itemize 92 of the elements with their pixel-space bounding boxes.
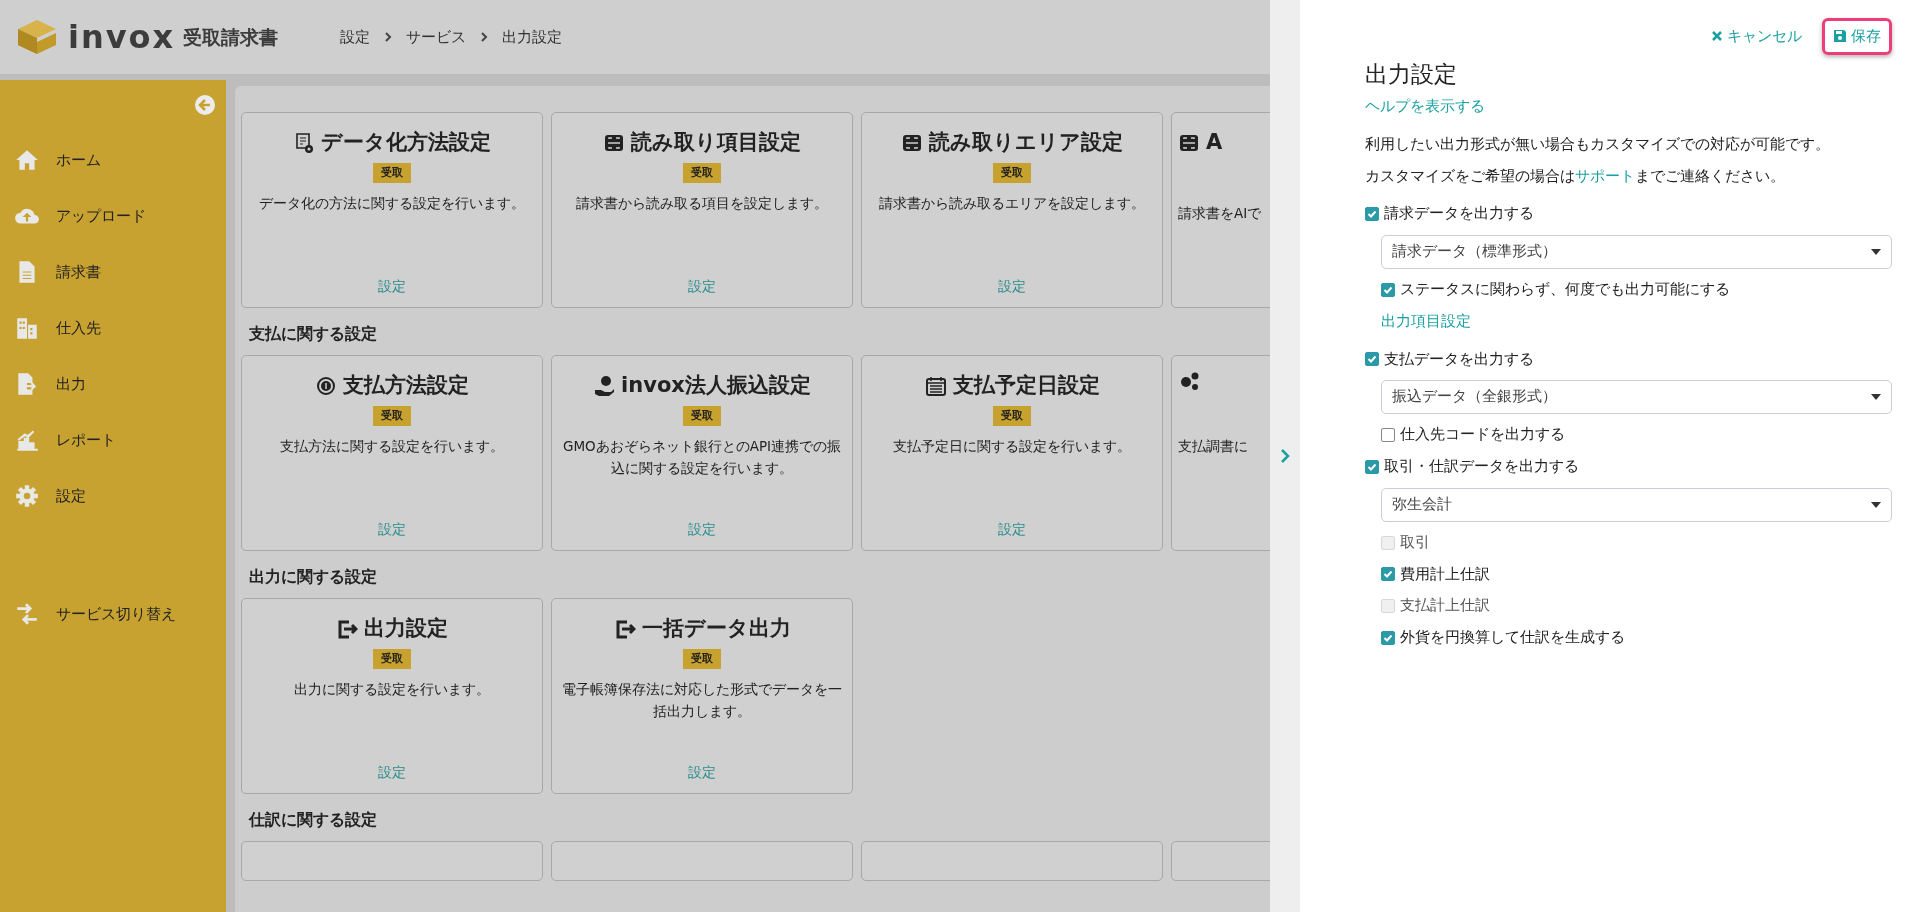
card-title: 支払方法設定 [343, 372, 469, 399]
checkmark-icon [1383, 632, 1393, 643]
logo-wordmark: invox [68, 17, 176, 58]
category-tag: 受取 [993, 405, 1031, 426]
checkmark-icon [1383, 284, 1393, 295]
output-fields-link[interactable]: 出力項目設定 [1381, 310, 1471, 333]
checkbox[interactable] [1381, 428, 1395, 443]
sidebar-item[interactable]: アップロード [0, 188, 226, 244]
support-link[interactable]: サポート [1575, 167, 1635, 184]
calendar-icon [924, 374, 947, 397]
checkbox[interactable] [1381, 630, 1395, 645]
card-description: 請求書から読み取る項目を設定します。 [576, 194, 828, 213]
card-description: 支払方法に関する設定を行います。 [280, 437, 504, 456]
card-title: 出力設定 [364, 615, 448, 642]
cancel-button[interactable]: キャンセル [1703, 21, 1810, 52]
breadcrumb-link[interactable]: サービス [406, 25, 467, 49]
sidebar-item[interactable]: 請求書 [0, 244, 226, 300]
sidebar-item[interactable]: レポート [0, 412, 226, 468]
breadcrumb-link[interactable]: 設定 [340, 25, 371, 49]
checkbox[interactable] [1365, 459, 1379, 474]
category-tag: 受取 [373, 162, 411, 183]
card-description: 請求書をAIで [1178, 203, 1262, 223]
save-button[interactable]: 保存 [1822, 18, 1892, 55]
section-heading: 仕訳に関する設定 [247, 809, 378, 831]
checkbox-label: 支払計上仕訳 [1400, 596, 1490, 616]
panel-title: 出力設定 [1365, 60, 1458, 89]
card-title: データ化方法設定 [321, 129, 491, 156]
card-title: 読み取り項目設定 [631, 129, 801, 156]
swap-arrows-icon [14, 601, 40, 627]
sidebar-item[interactable]: 出力 [0, 356, 226, 412]
card-description: 電子帳簿保存法に対応した形式でデータを一括出力します。 [562, 680, 842, 721]
dropdown-select[interactable]: 請求データ（標準形式） [1381, 235, 1892, 270]
card-title: 一括データ出力 [641, 615, 791, 642]
caret-down-icon [1871, 249, 1881, 256]
checkbox[interactable] [1365, 352, 1379, 367]
category-tag: 受取 [683, 648, 721, 669]
checkbox-label: ステータスに関わらず、何度でも出力可能にする [1400, 280, 1730, 300]
card-description: 支払予定日に関する設定を行います。 [893, 437, 1131, 456]
close-icon [1711, 30, 1723, 43]
chevron-right-icon [480, 31, 489, 43]
help-link[interactable]: ヘルプを表示する [1365, 96, 1485, 118]
sidebar-item[interactable]: 設定 [0, 468, 226, 524]
caret-down-icon [1871, 394, 1881, 401]
checkbox-label: 外貨を円換算して仕訳を生成する [1400, 628, 1625, 648]
info-text: 利用したい出力形式が無い場合もカスタマイズでの対応が可能です。 [1365, 134, 1831, 154]
checkmark-icon [1367, 354, 1377, 365]
cube-logo-icon [16, 18, 58, 56]
category-tag: 受取 [993, 162, 1031, 183]
checkmark-icon [1367, 209, 1377, 220]
checkbox-label: 支払データを出力する [1384, 349, 1534, 369]
document-gear-icon [293, 131, 315, 154]
checkbox-label: 仕入先コードを出力する [1400, 425, 1565, 445]
category-tag: 受取 [683, 162, 721, 183]
checkbox[interactable] [1365, 207, 1379, 222]
dropdown-select[interactable]: 振込データ（全銀形式） [1381, 380, 1892, 415]
sidebar-item[interactable]: ホーム [0, 132, 226, 188]
card-description: データ化の方法に関する設定を行います。 [259, 194, 525, 213]
card-title: 支払予定日設定 [952, 372, 1100, 399]
hand-coin-icon [593, 374, 616, 397]
checkbox-label: 費用計上仕訳 [1400, 564, 1490, 584]
checkmark-icon [1367, 461, 1377, 472]
card-description: 支払調書に [1178, 437, 1248, 456]
dropdown-select[interactable]: 弥生会計 [1381, 487, 1892, 522]
sidebar-item[interactable]: サービス切り替え [0, 586, 226, 642]
section-heading: 出力に関する設定 [248, 566, 378, 588]
card-title: 読み取りエリア設定 [929, 129, 1123, 156]
gears-icon [1178, 370, 1200, 392]
info-text: カスタマイズをご希望の場合はサポート までご連絡ください。 [1365, 166, 1786, 186]
buildings-icon [14, 315, 40, 341]
card-description: 出力に関する設定を行います。 [294, 680, 490, 699]
breadcrumb-current: 出力設定 [502, 26, 563, 48]
chevron-right-icon[interactable] [1280, 448, 1290, 464]
card-title: invox法人振込設定 [621, 372, 811, 399]
category-tag: 受取 [373, 405, 411, 426]
card-description: GMOあおぞらネット銀行とのAPI連携での振込に関する設定を行います。 [562, 437, 842, 478]
card-title: A [1206, 129, 1223, 156]
checkbox-label: 請求データを出力する [1384, 204, 1534, 224]
checkbox[interactable] [1381, 282, 1395, 297]
coin-cycle-icon [315, 374, 337, 397]
category-tag: 受取 [683, 405, 721, 426]
sidebar-item[interactable]: 仕入先 [0, 300, 226, 356]
card-description: 請求書から読み取るエリアを設定します。 [879, 194, 1145, 213]
category-tag: 受取 [373, 648, 411, 669]
checkbox-label: 取引 [1400, 532, 1430, 552]
section-heading: 支払に関する設定 [248, 323, 378, 345]
chevron-right-icon [384, 31, 393, 43]
gear-icon [14, 483, 40, 509]
checkbox[interactable] [1381, 567, 1395, 582]
checkbox-label: 取引・仕訳データを出力する [1384, 457, 1579, 477]
product-name: 受取請求書 [183, 24, 279, 50]
checkmark-icon [1383, 569, 1393, 580]
caret-down-icon [1871, 501, 1881, 508]
